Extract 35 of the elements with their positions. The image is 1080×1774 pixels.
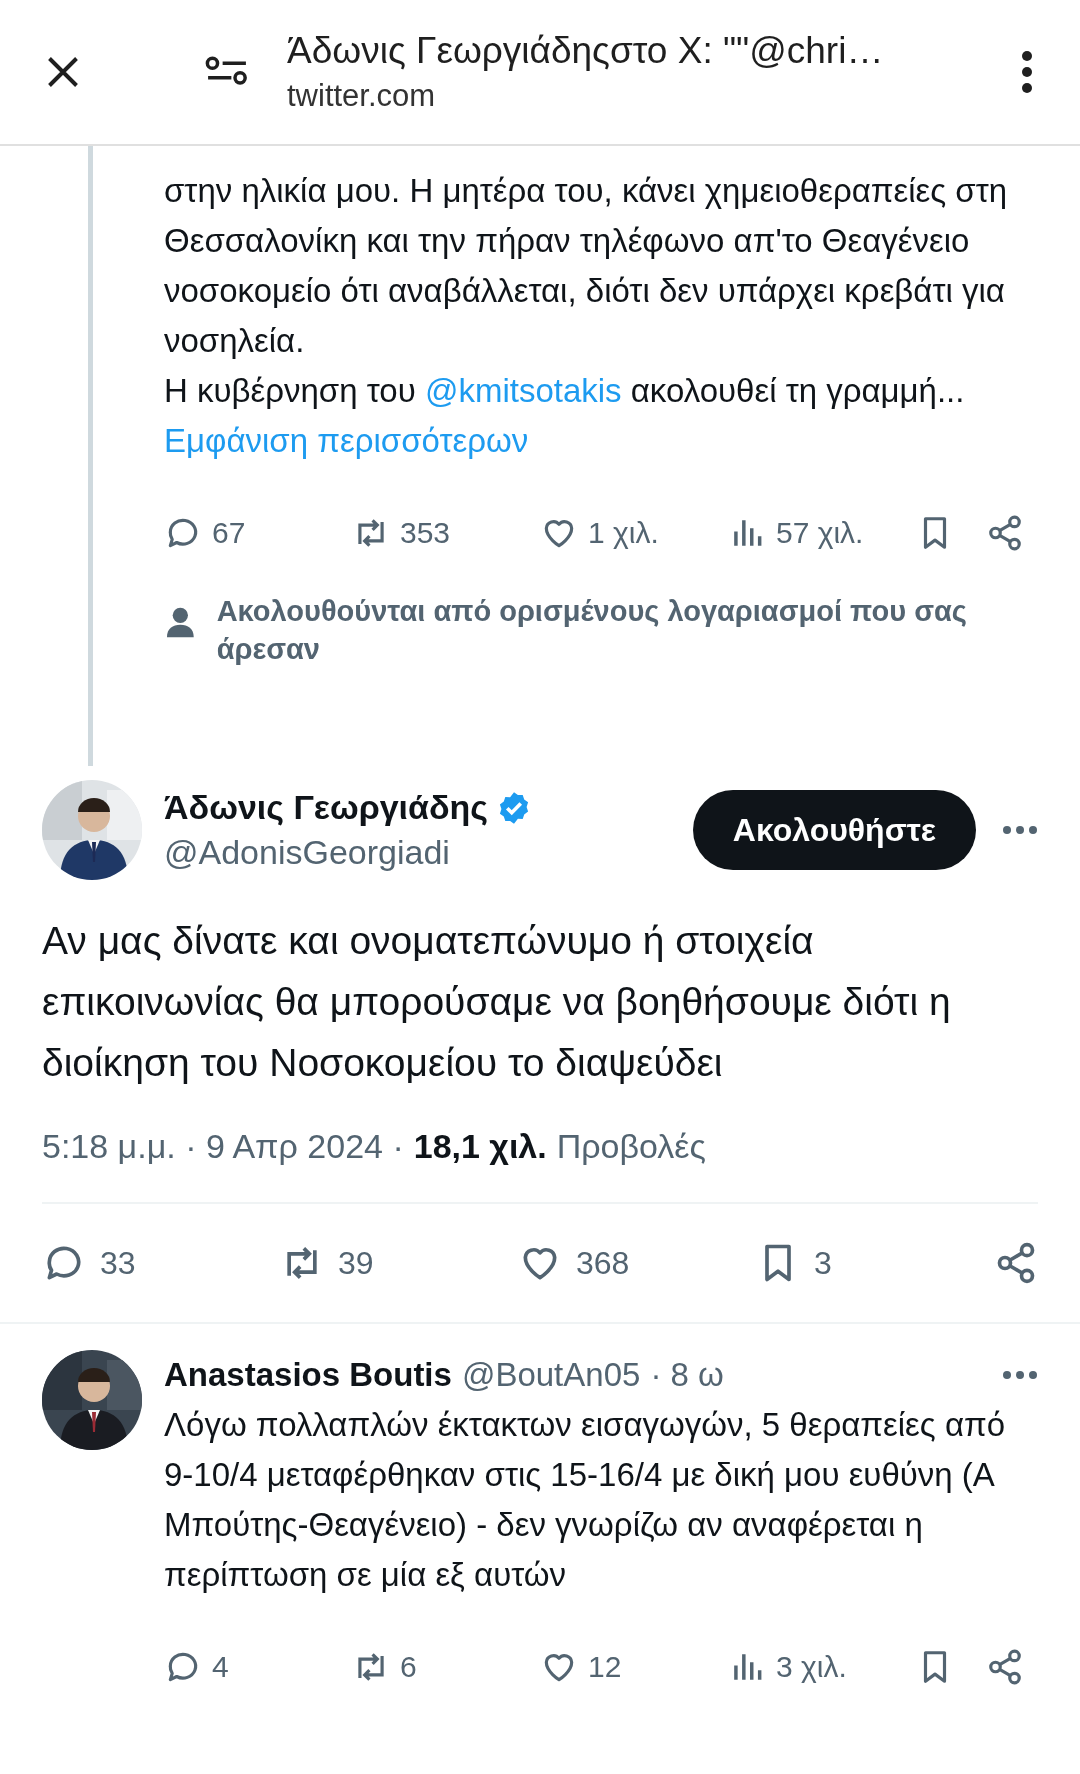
- tweet-timestamp: 5:18 μ.μ. · 9 Απρ 2024 ·: [42, 1127, 404, 1166]
- author-handle: @AdonisGeorgiadi: [164, 833, 451, 872]
- author-handle: @BoutAn05: [461, 1356, 641, 1394]
- like-button[interactable]: 1 χιλ.: [540, 514, 728, 552]
- person-icon: [166, 606, 195, 638]
- views-button[interactable]: 3 χιλ.: [728, 1648, 916, 1686]
- follow-button[interactable]: Ακολουθήστε: [692, 790, 976, 870]
- like-button[interactable]: 368: [518, 1241, 668, 1285]
- like-button[interactable]: 12: [540, 1648, 728, 1686]
- share-icon: [986, 1648, 1024, 1686]
- post-age: · 8 ω: [650, 1356, 724, 1394]
- repost-button[interactable]: 6: [352, 1648, 540, 1686]
- reply-button[interactable]: 4: [164, 1648, 352, 1686]
- repost-button[interactable]: 353: [352, 514, 540, 552]
- reply-button[interactable]: 33: [42, 1241, 192, 1285]
- more-icon[interactable]: [1002, 825, 1038, 835]
- views-button[interactable]: 57 χιλ.: [728, 514, 916, 552]
- page-url: twitter.com: [287, 78, 437, 114]
- bookmark-button[interactable]: 3: [756, 1241, 906, 1285]
- tweet-text: στην ηλικία μου. Η μητέρα του, κάνει χημειοθεραπείες στη Θεσσαλονίκη και την πήραν τηλέφωνο απ'το Θεαγένειο νοσοκομείο ότι αναβάλλεται, διότι δεν υπάρχει κρεβάτι για νοσηλεία.: [164, 171, 1009, 361]
- tune-icon[interactable]: [205, 56, 249, 88]
- author-name: Anastasios Boutis: [164, 1356, 452, 1394]
- page-title: Άδωνις Γεωργιάδηςστο X: ""@chri…: [287, 30, 885, 72]
- repost-button[interactable]: 39: [280, 1241, 430, 1285]
- share-icon: [986, 514, 1024, 552]
- tweet-text: Αν μας δίνατε και ονοματεπώνυμο ή στοιχεία επικοινωνίας θα μπορούσαμε να βοηθήσουμε διότι η διοίκηση του Νοσοκομείου το διαψεύδει: [42, 918, 952, 1086]
- reply-button[interactable]: 67: [164, 514, 352, 552]
- view-count: 18,1 χιλ.: [413, 1127, 547, 1166]
- reply-text: Λόγω πολλαπλών έκτακτων εισαγωγών, 5 θεραπείες από 9-10/4 μεταφέρθηκαν στις 15-16/4 με δική μου ευθύνη (Α Μπούτης-Θεαγένειο) - δεν γνωρίζω αν αναφέρεται η περίπτωση σε μία εξ αυτών: [164, 1405, 1007, 1595]
- social-context: Ακολουθούνται από ορισμένους λογαριασμοί που σας άρεσαν: [216, 594, 968, 667]
- author-name: Άδωνις Γεωργιάδης: [164, 788, 489, 827]
- tweet-text: Η κυβέρνηση του @kmitsotakis ακολουθεί τη γραμμή...: [164, 371, 966, 411]
- views-label: Προβολές: [556, 1127, 706, 1166]
- more-icon[interactable]: [1020, 50, 1034, 94]
- more-icon[interactable]: [1002, 1370, 1038, 1380]
